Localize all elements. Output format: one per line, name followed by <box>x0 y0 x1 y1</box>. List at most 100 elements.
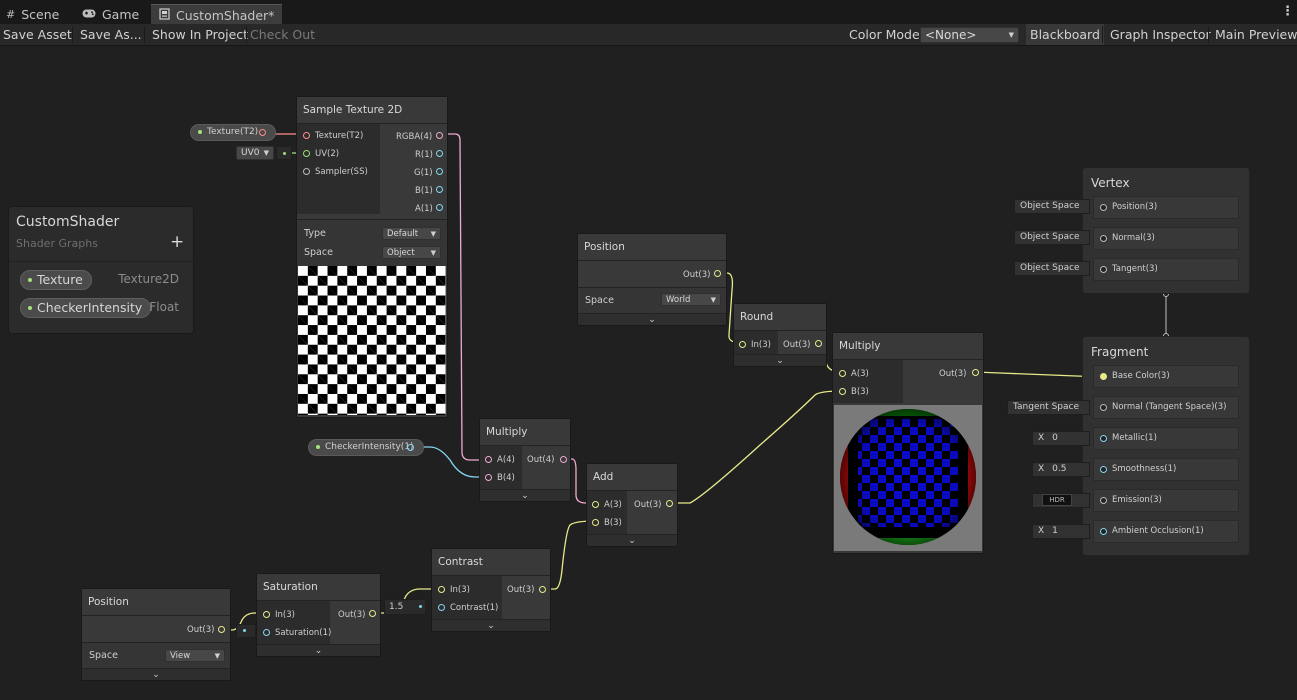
output-port-icon[interactable] <box>714 270 721 277</box>
output-port-icon[interactable] <box>815 340 822 347</box>
output-port-icon[interactable] <box>436 204 443 211</box>
fragment-ao-slot[interactable]: Ambient Occlusion(1) <box>1093 520 1239 543</box>
output-port-icon[interactable] <box>436 186 443 193</box>
output-port-icon[interactable] <box>407 444 414 451</box>
input-port-icon[interactable] <box>1100 204 1107 211</box>
output-port-icon[interactable] <box>666 500 673 507</box>
vertex-normal-slot[interactable]: Normal(3) <box>1093 227 1239 250</box>
input-port-icon[interactable] <box>839 370 846 377</box>
vertex-tangent-slot[interactable]: Tangent(3) <box>1093 258 1239 281</box>
position-node-view[interactable]: Position Out(3) Space View ▼ ⌄ <box>81 588 231 681</box>
fragment-ao-field[interactable]: X1 <box>1032 524 1090 539</box>
field-prefix: X <box>1038 464 1045 474</box>
setting-label: Type <box>304 228 326 239</box>
slot-default-value: Object Space <box>1020 201 1080 211</box>
vertex-context[interactable]: Vertex Position(3) Normal(3) Tangent(3) <box>1082 167 1250 294</box>
input-port-icon[interactable] <box>1100 235 1107 242</box>
input-port-icon[interactable] <box>263 611 270 618</box>
property-node-label: CheckerIntensity(1) <box>325 442 414 452</box>
checkerintensity-property-node[interactable]: CheckerIntensity(1) <box>308 439 424 456</box>
fragment-smoothness-slot[interactable]: Smoothness(1) <box>1093 458 1239 481</box>
input-port-icon[interactable] <box>485 456 492 463</box>
fragment-base-color-slot[interactable]: Base Color(3) <box>1093 365 1239 388</box>
input-port-icon[interactable] <box>485 474 492 481</box>
input-port-icon[interactable] <box>739 341 746 348</box>
collapse-chevron-icon[interactable]: ⌄ <box>480 489 570 501</box>
fragment-metallic-field[interactable]: X0 <box>1032 431 1090 446</box>
property-texture[interactable]: Texture <box>20 270 92 290</box>
collapse-chevron-icon[interactable]: ⌄ <box>257 644 380 656</box>
saturation-slot-box[interactable] <box>236 624 256 638</box>
multiply-node-main[interactable]: Multiply A(3) B(3) Out(3) <box>832 332 984 554</box>
fragment-normal-default[interactable]: Tangent Space <box>1007 400 1090 415</box>
input-port-icon[interactable] <box>1100 404 1107 411</box>
property-node-label: Texture(T2) <box>207 127 259 137</box>
collapse-chevron-icon[interactable]: ⌄ <box>432 619 550 631</box>
port-label: Out(3) <box>939 369 967 379</box>
vertex-position-slot[interactable]: Position(3) <box>1093 196 1239 219</box>
collapse-chevron-icon[interactable]: ⌄ <box>578 313 726 325</box>
property-dot-icon <box>28 278 32 282</box>
input-port-icon[interactable] <box>1100 435 1107 442</box>
input-port-icon[interactable] <box>438 586 445 593</box>
output-port-icon[interactable] <box>259 129 266 136</box>
round-node[interactable]: Round In(3) Out(3) ⌄ <box>733 303 827 367</box>
setting-label: Space <box>585 295 614 306</box>
input-port-icon[interactable] <box>839 388 846 395</box>
contrast-value-field[interactable]: 1.5 <box>384 599 426 615</box>
port-label: Texture(T2) <box>315 131 364 141</box>
port-label: A(4) <box>497 455 515 465</box>
output-port-icon[interactable] <box>972 369 979 376</box>
vertex-position-default[interactable]: Object Space <box>1014 199 1090 214</box>
output-port-icon[interactable] <box>436 168 443 175</box>
collapse-chevron-icon[interactable]: ⌄ <box>734 354 826 366</box>
input-port-icon[interactable] <box>438 604 445 611</box>
output-port-icon[interactable] <box>436 132 443 139</box>
space-dropdown[interactable]: View ▼ <box>165 649 225 662</box>
saturation-node[interactable]: Saturation In(3) Saturation(1) Out(3) ⌄ <box>256 573 381 657</box>
texture-property-node[interactable]: Texture(T2) <box>190 124 276 141</box>
collapse-chevron-icon[interactable]: ⌄ <box>587 534 677 546</box>
vertex-tangent-default[interactable]: Object Space <box>1014 261 1090 276</box>
fragment-emission-slot[interactable]: Emission(3) <box>1093 489 1239 512</box>
input-port-icon[interactable] <box>592 501 599 508</box>
input-port-icon[interactable] <box>1100 528 1107 535</box>
contrast-node[interactable]: Contrast In(3) Contrast(1) Out(3) ⌄ <box>431 548 551 632</box>
port-label: In(3) <box>751 340 771 350</box>
position-node-world[interactable]: Position Out(3) Space World ▼ ⌄ <box>577 233 727 326</box>
input-port-icon[interactable] <box>303 132 310 139</box>
fragment-emission-field[interactable]: HDR <box>1032 493 1090 508</box>
type-dropdown[interactable]: Default ▼ <box>382 227 441 240</box>
output-port-icon[interactable] <box>436 150 443 157</box>
space-dropdown[interactable]: Object ▼ <box>382 246 441 259</box>
input-port-icon[interactable] <box>1100 466 1107 473</box>
property-checkerintensity[interactable]: CheckerIntensity <box>20 298 152 318</box>
multiply-node-small[interactable]: Multiply A(4) B(4) Out(4) ⌄ <box>479 418 571 502</box>
slot-label: Metallic(1) <box>1112 433 1157 443</box>
fragment-smoothness-field[interactable]: X 0.5 <box>1032 462 1090 477</box>
input-port-icon[interactable] <box>1100 497 1107 504</box>
output-port-icon[interactable] <box>218 626 225 633</box>
add-node[interactable]: Add A(3) B(3) Out(3) ⌄ <box>586 463 678 547</box>
input-port-icon[interactable] <box>592 519 599 526</box>
space-dropdown[interactable]: World ▼ <box>661 293 721 306</box>
vertex-normal-default[interactable]: Object Space <box>1014 230 1090 245</box>
fragment-normal-slot[interactable]: Normal (Tangent Space)(3) <box>1093 396 1239 419</box>
fragment-metallic-slot[interactable]: Metallic(1) <box>1093 427 1239 450</box>
sample-texture-2d-node[interactable]: Sample Texture 2D Texture(T2) UV(2) Samp… <box>296 96 448 418</box>
input-port-icon[interactable] <box>1100 266 1107 273</box>
input-port-icon[interactable] <box>1100 373 1107 380</box>
collapse-chevron-icon[interactable]: ⌄ <box>82 668 230 680</box>
blackboard-title: CustomShader <box>16 214 120 230</box>
uv-channel-dropdown[interactable]: UV0 ▼ <box>236 146 274 160</box>
hdr-color-swatch[interactable]: HDR <box>1042 494 1072 506</box>
port-label: B(1) <box>415 186 433 196</box>
input-port-icon[interactable] <box>303 150 310 157</box>
input-port-icon[interactable] <box>303 168 310 175</box>
output-port-icon[interactable] <box>539 586 546 593</box>
fragment-context[interactable]: Fragment Base Color(3) Normal (Tangent S… <box>1082 336 1250 556</box>
input-port-icon[interactable] <box>263 629 270 636</box>
add-property-button[interactable]: + <box>170 232 184 252</box>
output-port-icon[interactable] <box>369 610 376 617</box>
output-port-icon[interactable] <box>560 456 567 463</box>
